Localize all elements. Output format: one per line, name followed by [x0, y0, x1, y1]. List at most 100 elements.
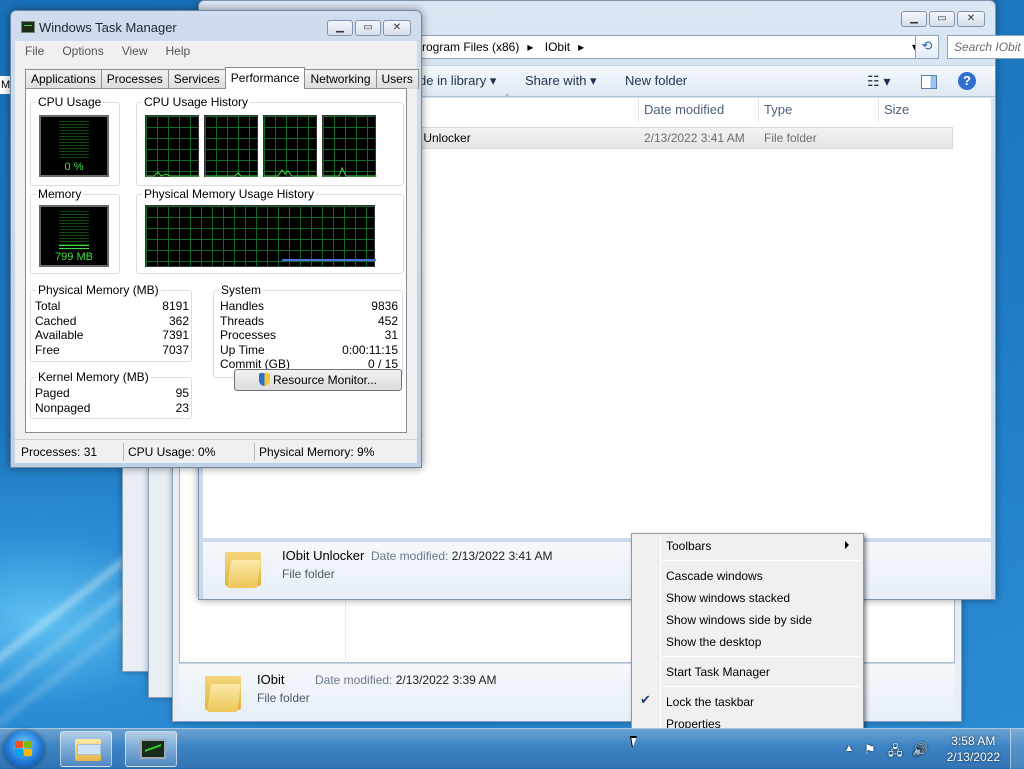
cpu-history-graph-core-1: [145, 115, 200, 177]
details-date-value: 2/13/2022 3:39 AM: [395, 673, 497, 687]
details-title: IObit: [257, 672, 285, 687]
list-item: Cached 362: [35, 314, 189, 329]
share-with-button[interactable]: Share with ▾: [525, 73, 597, 89]
column-header-size[interactable]: Size: [878, 98, 958, 122]
menu-item-show-desktop[interactable]: Show the desktop: [666, 632, 761, 652]
minimize-button[interactable]: ▁: [901, 11, 927, 27]
menu-item-lock-taskbar[interactable]: Lock the taskbar: [666, 692, 754, 712]
performance-panel: CPU Usage 0 % CPU Usage History Memory 7…: [25, 88, 407, 433]
menu-item-show-windows-side-by-side[interactable]: Show windows side by side: [666, 610, 812, 630]
stat-label: Handles: [220, 299, 265, 313]
desktop: M IObit Date modified: 2/13/2022 3:39 AM…: [0, 0, 1024, 728]
list-item: Paged 95: [35, 386, 189, 401]
stat-label: Total: [35, 299, 61, 313]
search-input[interactable]: Search IObit⚲: [947, 35, 1024, 59]
system-values: Handles 9836 Threads 452 Processes 31 Up Ti…: [220, 299, 398, 372]
menu-item-start-task-manager[interactable]: Start Task Manager: [666, 662, 770, 682]
view-options-icon[interactable]: ☷ ▾: [867, 73, 890, 90]
cpu-usage-meter: 0 %: [39, 115, 109, 177]
chevron-right-icon[interactable]: ▸: [578, 40, 584, 54]
menu-options[interactable]: Options: [62, 41, 103, 61]
column-header-date-modified[interactable]: Date modified: [638, 98, 758, 122]
menu-item-show-windows-stacked[interactable]: Show windows stacked: [666, 588, 790, 608]
include-in-library-label: de in library: [419, 73, 487, 88]
tab-users[interactable]: Users: [375, 69, 419, 89]
task-manager-body: Applications Processes Services Performa…: [15, 61, 419, 439]
status-cpu: CPU Usage: 0%: [128, 445, 216, 459]
maximize-button[interactable]: ▭: [355, 20, 381, 36]
help-icon[interactable]: ?: [958, 72, 976, 90]
cpu-usage-value: 0 %: [64, 161, 84, 173]
list-item: Nonpaged 23: [35, 401, 189, 416]
close-button[interactable]: ✕: [383, 20, 411, 36]
refresh-icon[interactable]: ⟲: [915, 35, 939, 59]
maximize-button[interactable]: ▭: [929, 11, 955, 27]
taskbar[interactable]: ▲ ⚑ 🖧 🔊 3:58 AM 2/13/2022: [0, 728, 1024, 769]
tab-applications[interactable]: Applications: [25, 69, 102, 89]
close-button[interactable]: ✕: [957, 11, 985, 27]
menu-item-properties[interactable]: Properties: [666, 714, 721, 728]
column-header-type[interactable]: Type: [758, 98, 878, 122]
chevron-right-icon[interactable]: ▸: [527, 40, 533, 54]
checkmark-icon: ✔: [640, 692, 651, 707]
shield-icon: [258, 373, 270, 386]
preview-pane-icon[interactable]: [921, 75, 937, 89]
stat-value: 31: [384, 328, 398, 343]
status-memory: Physical Memory: 9%: [259, 445, 375, 459]
kernel-memory-group: Kernel Memory (MB) Paged 95 Nonpaged 23: [30, 371, 192, 419]
details-date: Date modified: 2/13/2022 3:41 AM: [371, 549, 552, 563]
menu-item-toolbars[interactable]: Toolbars: [666, 536, 859, 556]
details-pane: IObit Unlocker Date modified: 2/13/2022 …: [203, 541, 991, 599]
new-folder-button[interactable]: New folder: [625, 73, 687, 88]
stat-value: 8191: [162, 299, 189, 313]
breadcrumb-iobit[interactable]: IObit: [545, 40, 570, 54]
volume-icon[interactable]: 🔊: [912, 742, 928, 758]
list-item: Up Time 0:00:11:15: [220, 343, 398, 358]
menu-item-cascade-windows[interactable]: Cascade windows: [666, 566, 763, 586]
network-icon[interactable]: 🖧: [888, 742, 903, 764]
tab-performance[interactable]: Performance: [224, 67, 306, 89]
folder-icon: [225, 550, 261, 588]
cpu-history-graph-core-4: [322, 115, 377, 177]
tab-processes[interactable]: Processes: [100, 69, 169, 89]
stat-value: 95: [175, 386, 189, 400]
menu-file[interactable]: File: [25, 41, 44, 61]
tab-networking[interactable]: Networking: [304, 69, 377, 89]
address-bar[interactable]: rogram Files (x86)▸ IObit▸ ▾: [419, 35, 939, 59]
memory-label: Memory: [36, 187, 84, 201]
share-with-label: Share with: [525, 73, 587, 88]
details-subtitle: File folder: [257, 691, 310, 705]
memory-fill: [59, 245, 89, 249]
system-label: System: [219, 283, 264, 297]
taskbar-explorer-button[interactable]: [60, 731, 112, 767]
stat-label: Processes: [220, 328, 277, 343]
taskbar-clock[interactable]: 3:58 AM 2/13/2022: [947, 733, 1000, 765]
cpu-usage-label: CPU Usage: [36, 95, 104, 109]
taskbar-task-manager-button[interactable]: [125, 731, 177, 767]
resource-monitor-button[interactable]: Resource Monitor...: [234, 369, 402, 391]
stat-label: Threads: [220, 313, 265, 328]
flag-icon[interactable]: ⚑: [864, 742, 876, 758]
start-button[interactable]: [4, 730, 44, 768]
stat-value: 9836: [371, 299, 398, 313]
menu-bar: File Options View Help: [15, 41, 417, 61]
cpu-history-graph-core-2: [204, 115, 259, 177]
menu-view[interactable]: View: [122, 41, 148, 61]
stat-value: 23: [175, 400, 189, 415]
breadcrumb-program-files[interactable]: rogram Files (x86): [422, 40, 519, 54]
task-manager-window[interactable]: Windows Task Manager ▁ ▭ ✕ File Options …: [10, 10, 422, 468]
kernel-memory-values: Paged 95 Nonpaged 23: [35, 386, 189, 415]
memory-history-graph: [145, 205, 376, 267]
details-subtitle: File folder: [282, 567, 335, 581]
show-hidden-icons-icon[interactable]: ▲: [844, 743, 854, 754]
kernel-memory-label: Kernel Memory (MB): [36, 370, 151, 384]
list-item: Available 7391: [35, 328, 189, 343]
physical-memory-values: Total 8191 Cached 362 Available 7391 Free 70…: [35, 299, 189, 357]
menu-separator: [662, 656, 861, 657]
minimize-button[interactable]: ▁: [327, 20, 353, 36]
menu-help[interactable]: Help: [166, 41, 191, 61]
include-in-library-button[interactable]: de in library ▾: [419, 73, 496, 89]
memory-value: 799 MB: [55, 251, 93, 263]
tab-services[interactable]: Services: [167, 69, 226, 89]
show-desktop-button[interactable]: [1010, 729, 1024, 769]
